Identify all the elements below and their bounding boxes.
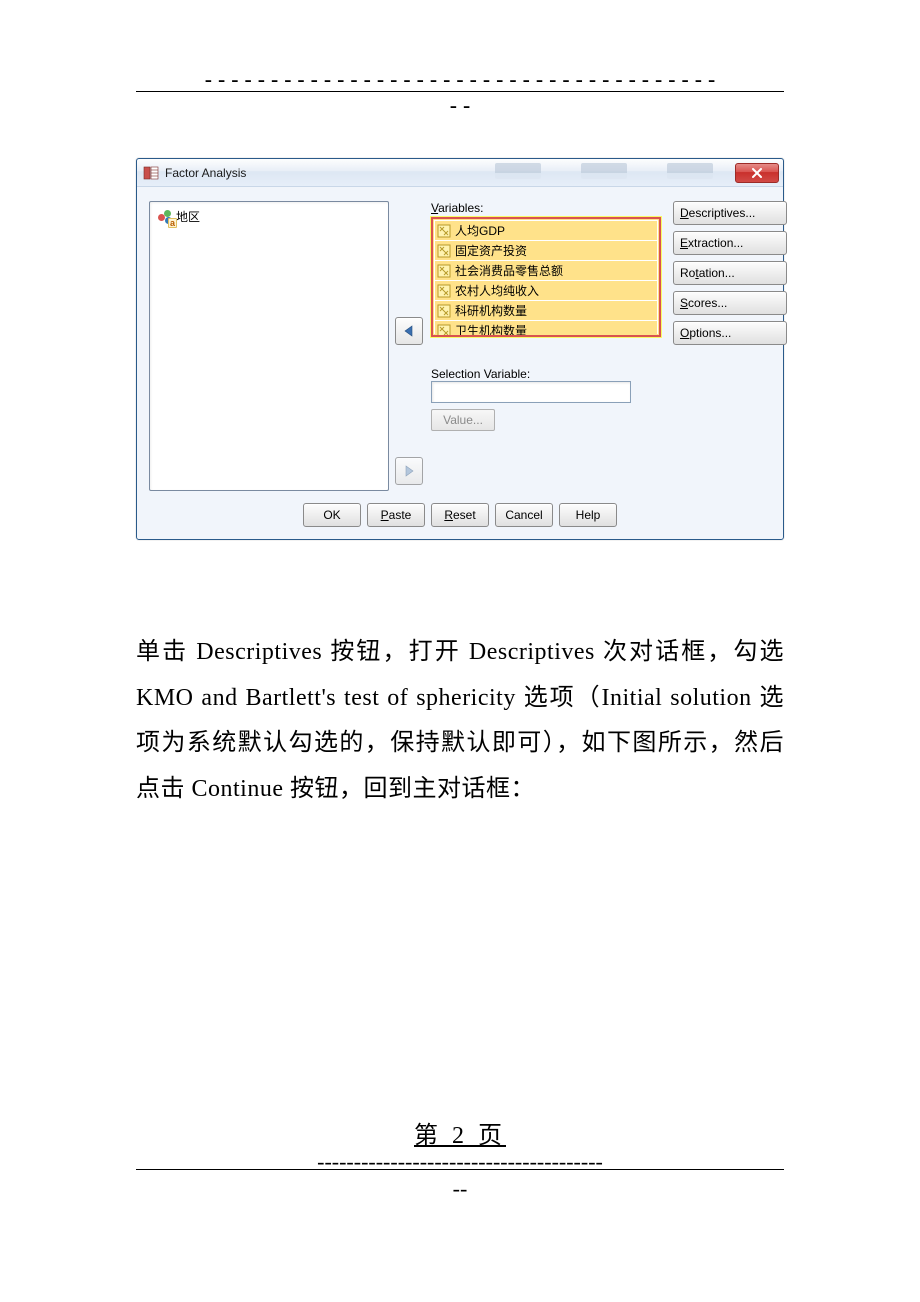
selection-variable-input[interactable] [431, 381, 631, 403]
scale-icon [437, 244, 451, 258]
page-footer: 第 2 页 ----------------------------------… [136, 1115, 784, 1202]
titlebar-decor [495, 163, 713, 173]
variable-text: 科研机构数量 [455, 302, 527, 319]
variable-label: 地区 [176, 208, 200, 225]
source-variable-item[interactable]: a 地区 [154, 206, 384, 227]
spss-dialog-icon [143, 165, 159, 181]
variable-text: 卫生机构数量 [455, 322, 527, 337]
scale-icon [437, 264, 451, 278]
scale-icon [437, 224, 451, 238]
move-to-selection-button[interactable] [395, 457, 423, 485]
arrow-right-icon [402, 464, 416, 478]
instruction-paragraph: 单击 Descriptives 按钮，打开 Descriptives 次对话框，… [136, 630, 784, 812]
scale-icon [437, 284, 451, 298]
page-number: 第 2 页 [136, 1115, 784, 1150]
variable-text: 固定资产投资 [455, 242, 527, 259]
selection-variable-label: Selection Variable: [431, 367, 661, 381]
arrow-left-icon [402, 324, 416, 338]
header-dashes: --------------------------------------- [136, 68, 784, 93]
options-button[interactable]: Options... [673, 321, 787, 345]
footer-dashes: --------------------------------------- [136, 1158, 784, 1167]
scores-button[interactable]: Scores... [673, 291, 787, 315]
ok-button[interactable]: OK [303, 503, 361, 527]
cancel-button[interactable]: Cancel [495, 503, 553, 527]
close-icon [752, 168, 762, 178]
value-button: Value... [431, 409, 495, 431]
paste-button[interactable]: Paste [367, 503, 425, 527]
variable-text: 人均GDP [455, 222, 505, 239]
variable-item[interactable]: 人均GDP [435, 221, 657, 240]
variables-list[interactable]: 人均GDP 固定资产投资 社会消费品零售总额 农村人均纯收入 [431, 217, 661, 337]
extraction-button[interactable]: Extraction... [673, 231, 787, 255]
help-button[interactable]: Help [559, 503, 617, 527]
scale-icon [437, 324, 451, 338]
nominal-string-icon: a [158, 210, 172, 224]
variable-item[interactable]: 固定资产投资 [435, 241, 657, 260]
variable-text: 农村人均纯收入 [455, 282, 539, 299]
dialog-title: Factor Analysis [165, 166, 246, 180]
descriptives-button[interactable]: Descriptives... [673, 201, 787, 225]
header-rule: --------------------------------------- … [136, 78, 784, 119]
variables-label: Variables: [431, 201, 661, 215]
source-variable-list[interactable]: a 地区 [149, 201, 389, 491]
variable-item[interactable]: 社会消费品零售总额 [435, 261, 657, 280]
close-button[interactable] [735, 163, 779, 183]
titlebar[interactable]: Factor Analysis [137, 159, 783, 187]
move-to-variables-button[interactable] [395, 317, 423, 345]
rotation-button[interactable]: Rotation... [673, 261, 787, 285]
variable-text: 社会消费品零售总额 [455, 262, 563, 279]
variable-item[interactable]: 科研机构数量 [435, 301, 657, 320]
variable-item[interactable]: 农村人均纯收入 [435, 281, 657, 300]
factor-analysis-dialog: Factor Analysis a 地区 [136, 158, 784, 540]
variable-item[interactable]: 卫生机构数量 [435, 321, 657, 337]
footer-tail: -- [136, 1176, 784, 1202]
header-tail: -- [136, 94, 784, 119]
scale-icon [437, 304, 451, 318]
reset-button[interactable]: Reset [431, 503, 489, 527]
